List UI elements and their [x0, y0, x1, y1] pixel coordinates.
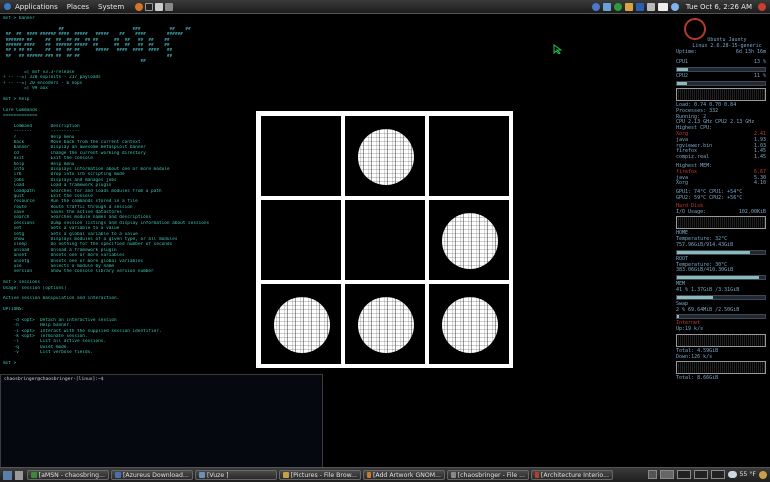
puzzle-cell[interactable]: [428, 283, 510, 365]
file-manager-icon[interactable]: [165, 2, 174, 11]
mail-icon[interactable]: [657, 2, 668, 11]
upload-graph: [676, 333, 766, 347]
network-icon[interactable]: [602, 2, 611, 11]
highest-cpu-list: Xorg 2.41 java 1.93 rgviewer.bin 1.03 firefox 1…: [676, 131, 766, 161]
workspace-3[interactable]: [693, 470, 708, 479]
ubuntu-tray-icon[interactable]: [591, 2, 600, 11]
bluetooth-icon[interactable]: [635, 2, 644, 11]
second-terminal[interactable]: chaosbringer@chaosbringer-[linux]:~$: [0, 374, 323, 468]
show-desktop-icon[interactable]: [3, 470, 12, 480]
trash-icon[interactable]: [15, 470, 23, 480]
download-row: Down:126 k/s: [676, 353, 713, 360]
weather-temp[interactable]: 55 °F: [740, 471, 757, 478]
io-graph: [676, 216, 766, 230]
task-list: [aMSN - chaosbring... [Azureus Download..…: [27, 470, 615, 480]
app-icon: [535, 472, 539, 478]
weather-icon[interactable]: [670, 2, 679, 11]
puzzle-disc: [358, 129, 414, 185]
puzzle-cell[interactable]: [260, 115, 342, 197]
places-menu[interactable]: Places: [67, 3, 89, 11]
workspace-2[interactable]: [676, 470, 691, 479]
ubuntu-logo-icon: [684, 18, 706, 40]
download-graph: [676, 361, 766, 375]
bottom-panel: [aMSN - chaosbring... [Azureus Download..…: [0, 467, 770, 482]
upload-row: Up:19 k/s: [676, 326, 704, 333]
mem-bar: [676, 294, 766, 300]
workspace-1[interactable]: [659, 470, 674, 479]
swap-value: 2 % 69.64MiB /2.50GiB: [676, 306, 740, 313]
text-editor-icon[interactable]: [155, 2, 164, 11]
taskbar-item[interactable]: [Pictures - File Brow...: [279, 470, 361, 480]
cpu-graph: [676, 87, 766, 101]
messenger-icon[interactable]: [613, 2, 622, 11]
app-icon: [115, 472, 121, 478]
taskbar-item[interactable]: [aMSN - chaosbring...: [27, 470, 109, 480]
mouse-cursor-icon: [553, 44, 563, 54]
app-icon: [367, 472, 371, 478]
puzzle-cell[interactable]: [260, 283, 342, 365]
puzzle-cell[interactable]: [344, 199, 426, 281]
app-icon: [451, 472, 456, 478]
clock[interactable]: Tue Oct 6, 2:26 AM: [686, 3, 752, 11]
workspace-4[interactable]: [710, 470, 725, 479]
applications-menu[interactable]: Applications: [15, 3, 58, 11]
panel-toggle-icon[interactable]: [647, 470, 657, 479]
firefox-icon[interactable]: [135, 2, 144, 11]
cpu1-row: CPU1 13 %: [676, 59, 766, 66]
root-space: 383.06GiB/410.30GiB: [676, 267, 734, 274]
notification-icon[interactable]: [759, 470, 767, 479]
gnome-foot-icon[interactable]: [4, 3, 11, 10]
home-space: 757.96GiB/914.43GiB: [676, 241, 734, 248]
weather-cloud-icon[interactable]: [727, 471, 737, 478]
system-tray: Tue Oct 6, 2:26 AM: [591, 1, 766, 12]
update-icon[interactable]: [624, 2, 633, 11]
terminal-prompt: chaosbringer@chaosbringer-[linux]:~$: [4, 377, 104, 382]
terminal-line: msf >: [3, 361, 19, 366]
taskbar-item[interactable]: [Architecture Interio...: [531, 470, 613, 480]
puzzle-cell[interactable]: [428, 115, 510, 197]
puzzle-cell[interactable]: [428, 199, 510, 281]
temps-row-2: GPU2: 59°C CPU2: +56°C: [676, 194, 743, 201]
cpu2-bar: [676, 80, 766, 86]
mem-value: 41 % 1.37GiB /3.31GiB: [676, 286, 740, 293]
puzzle-cell[interactable]: [260, 199, 342, 281]
taskbar-item[interactable]: [Add Artwork GNOM...: [363, 470, 445, 480]
puzzle-cell[interactable]: [344, 283, 426, 365]
download-total: Total: 8.66GiB: [676, 375, 719, 382]
home-bar: [676, 249, 766, 255]
io-usage-row: I/O Usage: 102.00KiB: [676, 208, 766, 215]
taskbar-item[interactable]: [chaosbringer - File ...: [447, 470, 529, 480]
taskbar-item[interactable]: [Vuze ]: [195, 470, 277, 480]
metasploit-terminal[interactable]: msf > banner ## ### ## ## ## ## #### ###…: [3, 16, 253, 366]
puzzle-disc: [442, 213, 498, 269]
app-icon: [283, 472, 289, 478]
app-icon: [199, 472, 205, 478]
volume-icon[interactable]: [646, 2, 655, 11]
power-icon[interactable]: [758, 2, 766, 11]
puzzle-cell[interactable]: [344, 115, 426, 197]
system-menu[interactable]: System: [98, 3, 124, 11]
puzzle-disc: [274, 297, 330, 353]
puzzle-disc: [442, 297, 498, 353]
launcher-icons: [135, 2, 174, 11]
top-panel: Applications Places System Tue Oct 6, 2:…: [0, 0, 770, 14]
root-bar: [676, 275, 766, 281]
conky-monitor: Ubuntu Jaunty Linux 2.6.28-15-generic Up…: [676, 37, 766, 382]
taskbar-item[interactable]: [Azureus Download...: [111, 470, 193, 480]
app-icon: [31, 472, 37, 478]
cpu2-row: CPU2 11 %: [676, 73, 766, 80]
tile-puzzle-window[interactable]: [256, 111, 513, 368]
cpu1-bar: [676, 67, 766, 73]
terminal-icon[interactable]: [145, 2, 154, 11]
bottom-tray: 55 °F: [647, 470, 767, 479]
swap-bar: [676, 314, 766, 320]
puzzle-disc: [358, 297, 414, 353]
highest-mem-list: firefox 6.67 java 5.30 Xorg 4.10: [676, 169, 766, 187]
panel-menus: Applications Places System: [0, 3, 133, 11]
